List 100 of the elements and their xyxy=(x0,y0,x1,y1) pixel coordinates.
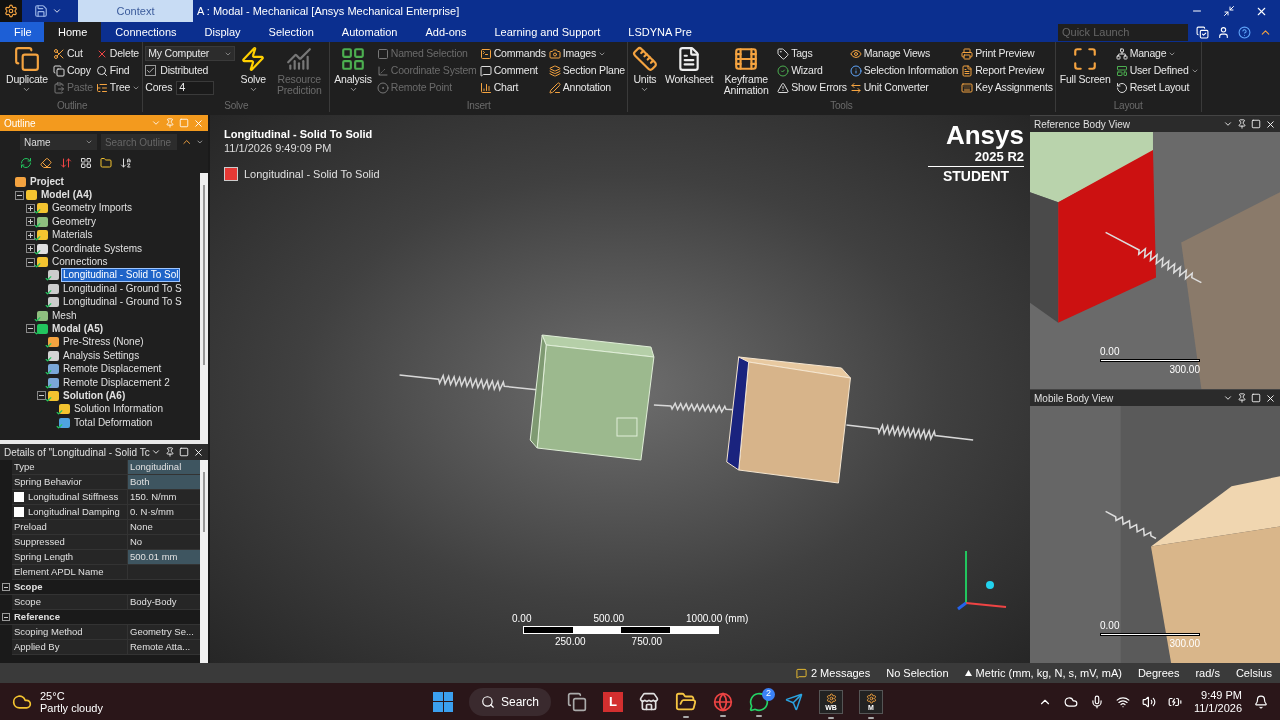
tree-item[interactable]: Remote Displacement xyxy=(62,363,163,376)
expand-toggle[interactable] xyxy=(2,613,10,621)
ribbon-tab[interactable]: Home xyxy=(44,22,102,42)
parameter-checkbox[interactable] xyxy=(14,492,24,502)
task-view-icon[interactable] xyxy=(567,691,588,712)
property-value[interactable]: Geometry Se... xyxy=(128,625,200,639)
ribbon-button[interactable]: Manage Views xyxy=(849,46,959,61)
target-dropdown[interactable]: My Computer xyxy=(145,46,236,61)
ribbon-button[interactable]: Units xyxy=(629,46,660,94)
ribbon-button[interactable]: Key Assignments xyxy=(961,80,1053,95)
property-value[interactable]: 150. N/mm xyxy=(128,490,200,504)
restore-icon[interactable] xyxy=(1223,5,1235,17)
property-value[interactable]: 500.01 mm xyxy=(128,550,200,564)
ribbon-button[interactable]: Report Preview xyxy=(961,63,1053,78)
expand-toggle[interactable] xyxy=(26,230,35,240)
feedback-icon[interactable] xyxy=(1196,25,1209,39)
taskbar-button[interactable]: Search xyxy=(462,682,559,720)
quick-launch-field[interactable]: Quick Launch xyxy=(1058,23,1188,41)
ribbon-button[interactable]: Commands xyxy=(479,46,546,61)
angle-units[interactable]: Degrees xyxy=(1137,664,1180,682)
pin-icon[interactable] xyxy=(1237,119,1247,129)
ribbon-button[interactable]: Delete xyxy=(95,46,141,61)
refresh-icon[interactable] xyxy=(20,157,32,169)
folder-icon[interactable] xyxy=(675,690,698,713)
graphics-viewport[interactable]: Longitudinal - Solid To Solid 11/1/2026 9:49:09 PM Longitudinal - Solid To Solid Ansys 2025 R2 STUDENT 0.00 500.00 1000.00 (mm) 250.00 750.00 xyxy=(208,115,1030,663)
ribbon-tab[interactable]: Add-ons xyxy=(411,22,481,42)
units-status[interactable]: Metric (mm, kg, N, s, mV, mA) xyxy=(975,664,1122,682)
windows-icon[interactable] xyxy=(433,691,453,712)
parameter-checkbox[interactable] xyxy=(14,507,24,517)
cloud-icon[interactable] xyxy=(1063,694,1078,709)
expand-toggle[interactable] xyxy=(26,324,35,334)
scrollbar[interactable] xyxy=(200,460,208,663)
ribbon-tab[interactable]: Display xyxy=(190,22,255,42)
pin-icon[interactable] xyxy=(165,447,175,457)
user-icon[interactable] xyxy=(1217,25,1230,39)
ribbon-button[interactable]: Annotation xyxy=(548,80,625,95)
expand-toggle[interactable] xyxy=(2,583,10,591)
ribbon-button[interactable]: Manage xyxy=(1115,46,1199,61)
speaker-icon[interactable] xyxy=(1141,694,1156,709)
ribbon-button[interactable]: Selection Information xyxy=(849,63,959,78)
caret-icon[interactable] xyxy=(196,138,204,146)
eraser-icon[interactable] xyxy=(40,157,52,169)
chat-icon[interactable] xyxy=(749,691,770,712)
ribbon-button[interactable]: Reset Layout xyxy=(1115,80,1199,95)
tree-item[interactable]: Mesh xyxy=(51,309,78,322)
tree-item[interactable]: Analysis Settings xyxy=(62,349,141,362)
column-dropdown[interactable]: Name xyxy=(20,134,97,150)
taskbar-button[interactable]: L xyxy=(596,686,631,717)
send-icon[interactable] xyxy=(785,692,804,711)
expand-toggle[interactable] xyxy=(15,190,24,200)
property-value[interactable]: No xyxy=(128,535,200,549)
ribbon-tab[interactable]: Connections xyxy=(101,22,191,42)
app-icon[interactable]: L xyxy=(603,691,624,712)
ribbon-button[interactable]: Print Preview xyxy=(961,46,1053,61)
tree-item[interactable]: Longitudinal - Ground To S xyxy=(62,296,183,309)
property-value[interactable]: Longitudinal xyxy=(128,460,200,474)
save-icon[interactable] xyxy=(34,4,48,18)
ribbon-tab[interactable]: Learning and Support xyxy=(480,22,615,42)
ribbon-button[interactable]: User Defined xyxy=(1115,63,1199,78)
close-icon[interactable] xyxy=(1265,118,1276,130)
ribbon-button[interactable]: Duplicate xyxy=(4,46,50,94)
tree-item[interactable]: Longitudinal - Solid To Sol xyxy=(62,269,180,282)
tree-item[interactable]: Total Deformation xyxy=(73,416,154,429)
microphone-icon[interactable] xyxy=(1089,694,1104,709)
ribbon-button[interactable]: Comment xyxy=(479,63,546,78)
maximize-icon[interactable] xyxy=(1251,119,1261,129)
store-icon[interactable] xyxy=(639,691,660,712)
tree-item[interactable]: Project xyxy=(29,175,65,188)
close-icon[interactable] xyxy=(193,446,204,458)
caret-icon[interactable] xyxy=(52,6,62,16)
expand-toggle[interactable] xyxy=(37,391,46,401)
ribbon-button[interactable]: Wizard xyxy=(777,63,847,78)
alphabetical-sort-icon[interactable] xyxy=(120,157,132,169)
help-icon[interactable] xyxy=(1238,25,1251,39)
rotation-units[interactable]: rad/s xyxy=(1195,664,1220,682)
tree-item[interactable]: Coordinate Systems xyxy=(51,242,144,255)
context-tab[interactable]: Context xyxy=(78,0,193,22)
temperature-units[interactable]: Celsius xyxy=(1235,664,1272,682)
cores-field[interactable]: 4 xyxy=(176,80,215,95)
scrollbar[interactable] xyxy=(200,173,208,440)
ribbon-button[interactable]: Show Errors xyxy=(777,80,847,95)
tree-item[interactable]: Pre-Stress (None) xyxy=(62,336,145,349)
tree-item[interactable]: Geometry xyxy=(51,215,97,228)
ribbon-button[interactable]: Worksheet xyxy=(662,46,716,85)
taskbar-button[interactable]: 2 xyxy=(742,686,777,717)
ribbon-button[interactable]: Images xyxy=(548,46,625,61)
wifi-icon[interactable] xyxy=(1115,694,1130,709)
tree-item[interactable]: Solution Information xyxy=(73,403,164,416)
ribbon-button[interactable]: Copy xyxy=(53,63,93,78)
ribbon-button[interactable]: Cut xyxy=(53,46,93,61)
close-icon[interactable] xyxy=(1265,392,1276,404)
pin-icon[interactable] xyxy=(1237,393,1247,403)
distributed-checkbox[interactable] xyxy=(145,65,157,76)
property-value[interactable]: Body-Body xyxy=(128,595,200,609)
ribbon-button[interactable]: Tree xyxy=(95,80,141,95)
tree-item[interactable]: Materials xyxy=(51,229,94,242)
tree-item[interactable]: Longitudinal - Ground To S xyxy=(62,282,183,295)
search-button[interactable]: Search xyxy=(469,687,552,716)
maximize-icon[interactable] xyxy=(1251,393,1261,403)
maximize-icon[interactable] xyxy=(179,447,189,457)
